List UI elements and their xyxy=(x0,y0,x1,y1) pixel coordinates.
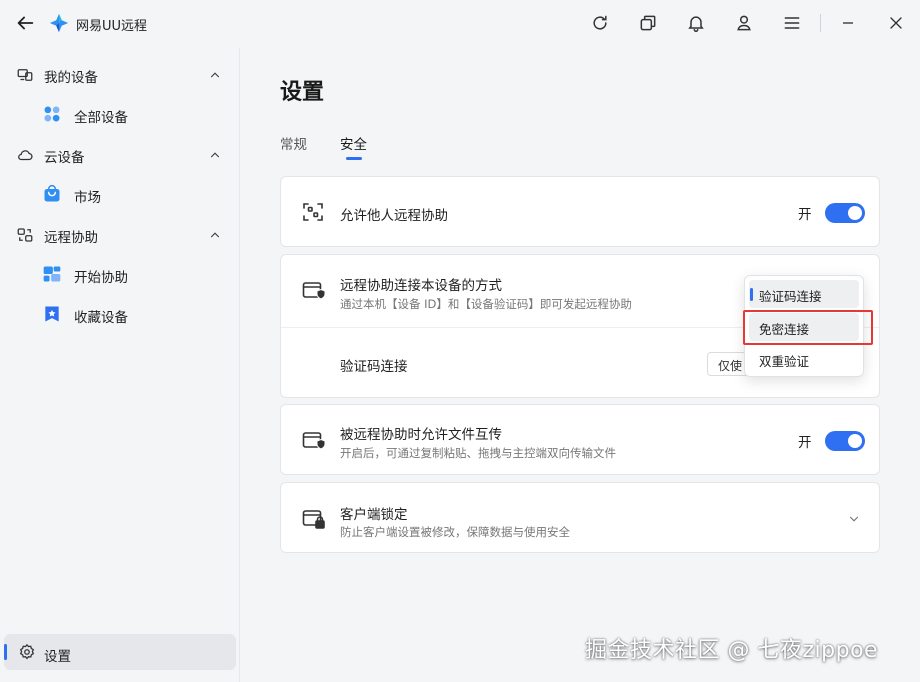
shopping-bag-icon xyxy=(44,185,60,202)
card-client-lock: 客户端锁定 防止客户端设置被修改，保障数据与使用安全 xyxy=(280,482,880,553)
chevron-up-icon[interactable] xyxy=(208,68,222,82)
sidebar-group-label: 我的设备 xyxy=(44,70,98,86)
bookmark-star-icon xyxy=(45,306,59,322)
shield-card-icon xyxy=(302,282,325,300)
lock-card-icon xyxy=(302,510,325,529)
tab-general[interactable]: 常规 xyxy=(280,133,307,153)
allow-remote-toggle[interactable] xyxy=(825,203,865,223)
bell-icon[interactable] xyxy=(686,13,706,33)
card-title: 客户端锁定 xyxy=(340,507,408,523)
file-transfer-toggle[interactable] xyxy=(825,431,865,451)
active-tab-underline xyxy=(346,157,362,160)
devices-icon xyxy=(17,69,33,81)
dropdown-option-label: 验证码连接 xyxy=(759,289,822,304)
card-description: 开启后，可通过复制粘贴、拖拽与主控端双向传输文件 xyxy=(340,446,616,460)
sidebar-item-start-assist[interactable]: 开始协助 xyxy=(0,254,240,294)
window-switch-icon[interactable] xyxy=(638,13,658,33)
sidebar-item-label: 市场 xyxy=(74,190,101,206)
scan-frame-icon xyxy=(303,203,323,221)
dropdown-option-two-factor[interactable]: 双重验证 xyxy=(749,345,859,373)
sidebar-item-market[interactable]: 市场 xyxy=(0,174,240,214)
app-title: 网易UU远程 xyxy=(76,19,148,34)
toggle-state-label: 开 xyxy=(798,207,812,223)
card-title: 被远程协助时允许文件互传 xyxy=(340,427,502,443)
sidebar-item-all-devices[interactable]: 全部设备 xyxy=(0,94,240,134)
sidebar-item-label: 全部设备 xyxy=(74,110,128,126)
card-file-transfer: 被远程协助时允许文件互传 开启后，可通过复制粘贴、拖拽与主控端双向传输文件 开 xyxy=(280,404,880,475)
sidebar-group-label: 远程协助 xyxy=(44,230,98,246)
card-title: 远程协助连接本设备的方式 xyxy=(340,278,502,294)
dropdown-option-verify-code[interactable]: 验证码连接 xyxy=(749,280,859,308)
sidebar-settings-label: 设置 xyxy=(44,649,71,665)
chevron-up-icon[interactable] xyxy=(208,228,222,242)
main-content: 设置 常规 安全 允许他人远程协助 开 远程协助连接本设备的方式 通过本机【设备… xyxy=(241,48,920,682)
close-icon[interactable] xyxy=(886,13,906,33)
grid-devices-icon xyxy=(44,106,60,122)
titlebar-separator xyxy=(820,14,821,32)
shield-card-icon xyxy=(302,432,325,450)
sidebar-item-label: 开始协助 xyxy=(74,270,128,286)
app-logo-icon xyxy=(49,13,69,33)
tab-security[interactable]: 安全 xyxy=(340,133,367,153)
sidebar-item-favorites[interactable]: 收藏设备 xyxy=(0,294,240,334)
back-arrow-icon[interactable] xyxy=(14,12,36,34)
minimize-icon[interactable] xyxy=(838,13,858,33)
refresh-icon[interactable] xyxy=(590,13,610,33)
sidebar-group-cloud-devices[interactable]: 云设备 xyxy=(0,134,240,174)
chevron-up-icon[interactable] xyxy=(208,148,222,162)
page-title: 设置 xyxy=(280,80,325,105)
sidebar-group-remote-assist[interactable]: 远程协助 xyxy=(0,214,240,254)
card-description: 防止客户端设置被修改，保障数据与使用安全 xyxy=(340,525,570,539)
chevron-down-icon[interactable] xyxy=(847,512,861,526)
cloud-icon xyxy=(18,150,33,161)
user-icon[interactable] xyxy=(734,13,754,33)
watermark: 掘金技术社区 @ 七夜zippoe xyxy=(585,638,879,663)
card-allow-remote-assist: 允许他人远程协助 开 xyxy=(280,176,880,247)
toggle-knob xyxy=(848,206,862,220)
remote-assist-icon xyxy=(17,228,33,242)
menu-icon[interactable] xyxy=(782,13,802,33)
dropdown-option-label: 双重验证 xyxy=(759,354,810,369)
card-title: 允许他人远程协助 xyxy=(340,208,448,224)
sidebar: 我的设备 全部设备 云设备 市场 远程协助 开始协助 收藏设备 设置 xyxy=(0,48,240,682)
selected-mark xyxy=(750,288,753,301)
title-bar: 网易UU远程 xyxy=(0,0,920,48)
card-description: 通过本机【设备 ID】和【设备验证码】即可发起远程协助 xyxy=(340,297,632,311)
sidebar-item-label: 收藏设备 xyxy=(74,310,128,326)
sidebar-item-settings[interactable]: 设置 xyxy=(4,634,236,670)
toggle-knob xyxy=(848,434,862,448)
sidebar-group-label: 云设备 xyxy=(44,150,85,166)
active-indicator xyxy=(4,644,7,660)
gear-icon xyxy=(19,643,35,660)
start-assist-icon xyxy=(43,266,61,282)
sidebar-group-my-devices[interactable]: 我的设备 xyxy=(0,54,240,94)
toggle-state-label: 开 xyxy=(798,435,812,451)
annotation-highlight-box xyxy=(743,310,873,345)
sub-row-label: 验证码连接 xyxy=(340,359,408,375)
